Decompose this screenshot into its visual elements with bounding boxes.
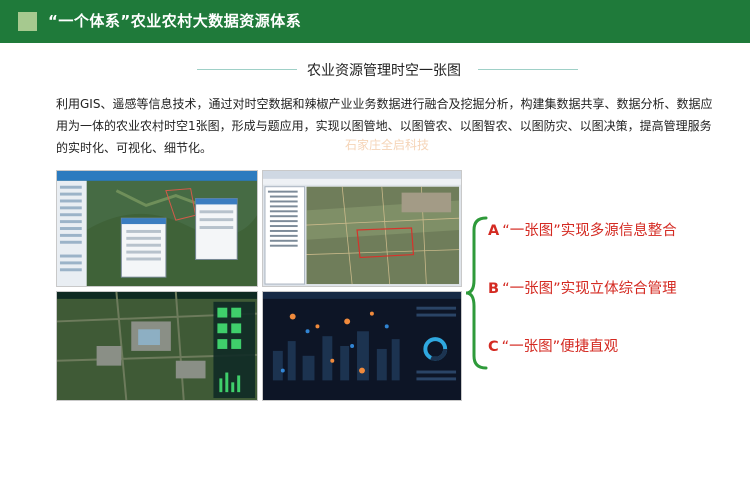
feature-text: “一张图”实现多源信息整合 — [502, 223, 677, 239]
header-bar: “一个体系”农业农村大数据资源体系 — [0, 0, 750, 43]
header-square-icon — [18, 12, 37, 31]
feature-item-c: C “一张图”便捷直观 — [488, 335, 618, 356]
watermark-text: 石家庄全启科技 — [345, 138, 430, 152]
feature-item-a: A “一张图”实现多源信息整合 — [488, 219, 677, 240]
feature-item-b: B “一张图”实现立体综合管理 — [488, 277, 677, 298]
feature-letter: C — [488, 339, 499, 355]
gis-map-screenshot — [56, 170, 258, 287]
feature-letter: A — [488, 223, 500, 239]
feature-text: “一张图”便捷直观 — [501, 339, 619, 355]
section-divider-right — [478, 69, 578, 70]
feature-letter: B — [488, 281, 500, 297]
section-divider-left — [197, 69, 297, 70]
parcel-map-screenshot — [262, 170, 462, 287]
village-dashboard-screenshot — [56, 291, 258, 401]
page-title: “一个体系”农业农村大数据资源体系 — [48, 12, 302, 30]
section-title: 农业资源管理时空一张图 — [307, 63, 461, 79]
brace-icon — [465, 216, 488, 370]
feature-text: “一张图”实现立体综合管理 — [502, 281, 677, 297]
3d-city-screenshot — [262, 291, 462, 401]
